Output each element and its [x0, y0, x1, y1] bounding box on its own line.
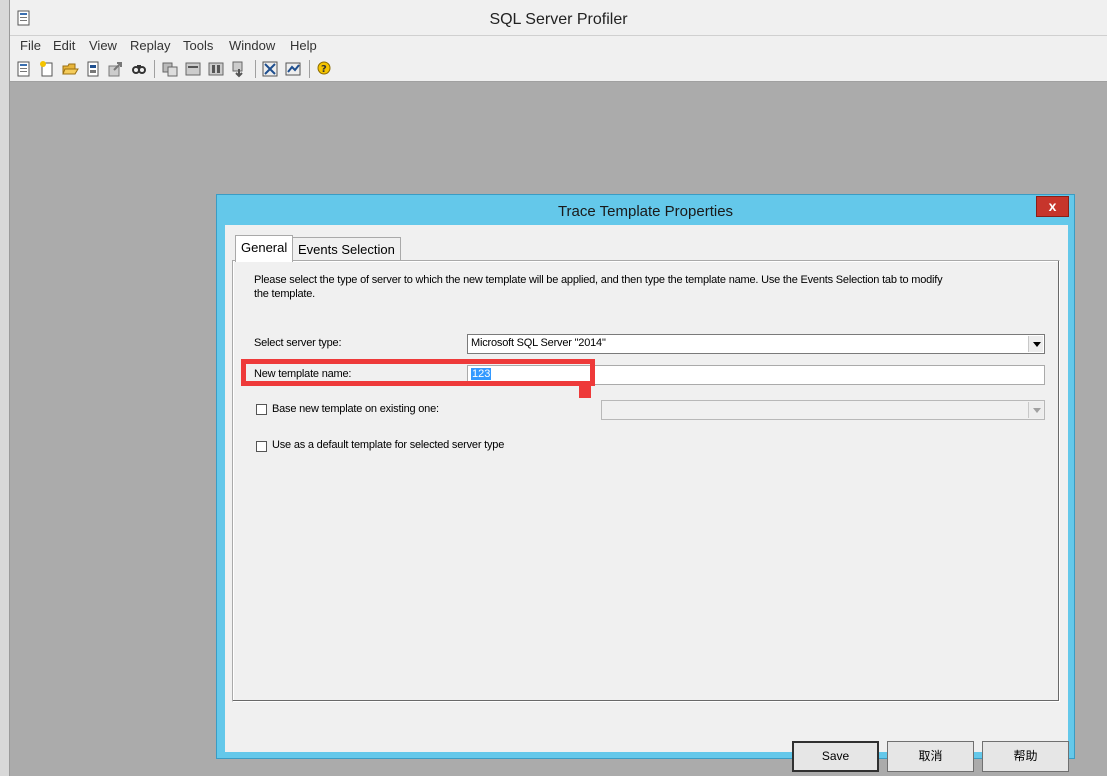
- save-button[interactable]: Save: [792, 741, 879, 772]
- menu-tools[interactable]: Tools: [183, 38, 213, 53]
- stop-icon[interactable]: [207, 60, 225, 78]
- svg-text:?: ?: [321, 64, 327, 75]
- base-on-existing-checkbox[interactable]: [256, 404, 267, 415]
- description-text: Please select the type of server to whic…: [254, 274, 943, 300]
- replay-icon[interactable]: [261, 60, 279, 78]
- base-on-existing-label: Base new template on existing one:: [272, 403, 439, 415]
- server-type-select[interactable]: Microsoft SQL Server "2014": [467, 334, 1045, 354]
- menu-bar: File Edit View Replay Tools Window Help: [10, 36, 1107, 56]
- toolbar: ?: [10, 56, 1107, 82]
- help-icon[interactable]: ?: [315, 60, 333, 78]
- dialog-body: General Events Selection Please select t…: [225, 225, 1069, 772]
- menu-replay[interactable]: Replay: [130, 38, 170, 53]
- toolbar-separator: [309, 60, 310, 78]
- title-bar: SQL Server Profiler: [10, 0, 1107, 36]
- open-icon[interactable]: [61, 60, 79, 78]
- cancel-button[interactable]: 取消: [887, 741, 974, 772]
- default-template-checkbox[interactable]: [256, 441, 267, 452]
- default-template-label: Use as a default template for selected s…: [272, 439, 505, 451]
- trace-template-properties-dialog: Trace Template Properties x General Even…: [216, 194, 1075, 772]
- window-title: SQL Server Profiler: [489, 11, 628, 28]
- properties-icon[interactable]: [84, 60, 102, 78]
- menu-edit[interactable]: Edit: [53, 38, 75, 53]
- new-template-icon[interactable]: [38, 60, 56, 78]
- find-icon[interactable]: [130, 60, 148, 78]
- highlight-marker: [579, 386, 591, 398]
- menu-help[interactable]: Help: [290, 38, 317, 53]
- export-icon[interactable]: [106, 60, 124, 78]
- dialog-title: Trace Template Properties: [557, 203, 734, 220]
- step-icon[interactable]: [230, 60, 248, 78]
- menu-view[interactable]: View: [89, 38, 117, 53]
- new-trace-icon[interactable]: [15, 60, 33, 78]
- background-window-edge: [0, 0, 10, 776]
- toolbar-separator: [255, 60, 256, 78]
- general-tab-panel: Please select the type of server to whic…: [232, 260, 1060, 702]
- server-type-label: Select server type:: [254, 337, 342, 349]
- help-button[interactable]: 帮助: [982, 741, 1069, 772]
- chevron-down-icon[interactable]: [1028, 336, 1043, 352]
- existing-template-select: [601, 400, 1045, 420]
- menu-window[interactable]: Window: [229, 38, 275, 53]
- server-type-value: Microsoft SQL Server "2014": [471, 337, 606, 349]
- menu-file[interactable]: File: [20, 38, 41, 53]
- tab-events-selection[interactable]: Events Selection: [292, 237, 401, 261]
- start-icon[interactable]: [161, 60, 179, 78]
- chevron-down-icon: [1028, 402, 1043, 418]
- close-icon[interactable]: x: [1036, 196, 1069, 217]
- toolbar-separator: [154, 60, 155, 78]
- chart-icon[interactable]: [284, 60, 302, 78]
- pause-icon[interactable]: [184, 60, 202, 78]
- highlight-box: [241, 359, 595, 386]
- tab-general[interactable]: General: [235, 235, 294, 262]
